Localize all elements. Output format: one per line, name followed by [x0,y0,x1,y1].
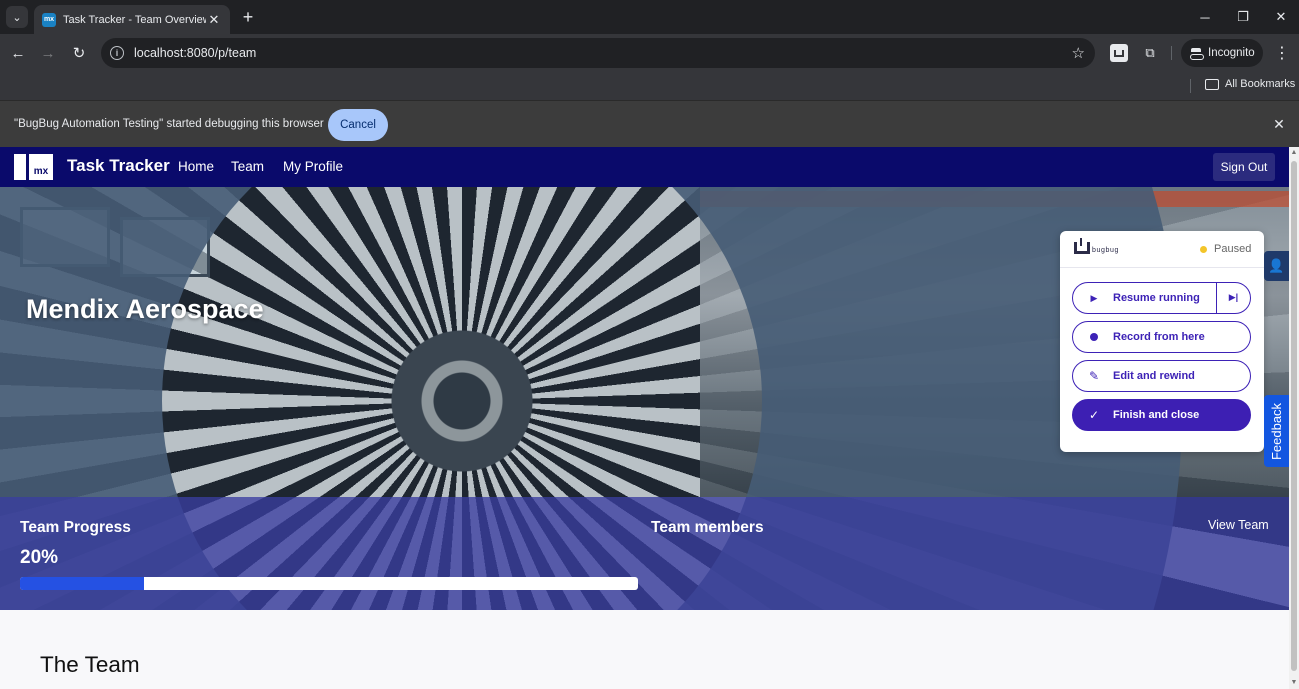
person-icon[interactable]: 👤 [1264,251,1289,281]
infobar-cancel-button[interactable]: Cancel [328,109,388,141]
menu-dots-icon[interactable]: ⋮ [1272,43,1292,63]
hero-title: Mendix Aerospace [26,294,264,324]
window-close-icon[interactable]: ✕ [1268,6,1294,28]
brand-name[interactable]: Task Tracker [67,156,170,176]
info-icon[interactable]: i [110,46,124,60]
play-icon: ▶ [1090,292,1098,303]
team-members-label: Team members [651,519,764,536]
feedback-label: Feedback [1269,402,1284,460]
scroll-up-icon[interactable]: ▲ [1290,149,1298,157]
edit-and-rewind-button[interactable]: ✎ Edit and rewind [1072,360,1251,392]
team-progress-label: Team Progress [20,519,131,536]
hero-background-beam [700,191,1289,207]
section-title: The Team [40,652,140,677]
tab-search-icon[interactable]: ⌄ [6,6,28,28]
scroll-down-icon[interactable]: ▼ [1290,679,1298,687]
resume-running-label: Resume running [1113,292,1200,304]
finish-and-close-button[interactable]: ✓ Finish and close [1072,399,1251,431]
toolbar-divider [1171,46,1172,60]
url-text[interactable]: localhost:8080/p/team [134,46,1072,60]
nav-link-home[interactable]: Home [178,159,214,174]
reload-icon[interactable]: ↻ [69,43,89,63]
finish-and-close-label: Finish and close [1113,409,1200,421]
plus-icon[interactable]: + [238,6,258,28]
incognito-label: Incognito [1208,47,1255,59]
team-progress-value: 20% [20,547,59,568]
resume-running-button[interactable]: ▶ Resume running ▶| [1072,281,1251,314]
bugbug-status: Paused [1200,243,1251,255]
skip-icon[interactable]: ▶| [1216,281,1250,314]
browser-tab[interactable]: mx Task Tracker - Team Overview ✕ [34,5,230,34]
incognito-icon [1190,48,1204,60]
check-icon: ✓ [1088,408,1100,422]
forward-icon[interactable]: → [38,43,58,63]
record-from-here-button[interactable]: Record from here [1072,321,1251,353]
restore-icon[interactable]: ❐ [1230,6,1256,28]
tab-favicon: mx [42,12,56,27]
puzzle-icon[interactable]: ⧉ [1141,44,1159,62]
star-icon[interactable]: ☆ [1072,44,1085,62]
edit-rewind-icon: ✎ [1088,369,1100,383]
bugbug-logo: bugbug [1074,238,1119,254]
bookmarks-divider [1190,79,1191,93]
team-progress-fill [20,577,144,590]
minimize-icon[interactable]: ─ [1192,6,1218,28]
record-from-here-label: Record from here [1113,331,1205,343]
sign-out-button[interactable]: Sign Out [1213,153,1275,181]
all-bookmarks-button[interactable]: All Bookmarks [1205,78,1295,90]
bugbug-logo-text: bugbug [1092,247,1119,254]
bugbug-status-label: Paused [1214,243,1252,255]
bugbug-extension-icon[interactable] [1110,44,1128,62]
infobar-message: "BugBug Automation Testing" started debu… [14,118,324,130]
bookmarks-bar: All Bookmarks [0,72,1299,100]
tab-bar: ⌄ mx Task Tracker - Team Overview ✕ + ─ … [0,0,1299,34]
feedback-tab[interactable]: Feedback [1264,395,1289,467]
bugbug-logo-icon [1074,238,1090,254]
folder-icon [1205,78,1219,90]
nav-link-my-profile[interactable]: My Profile [283,159,343,174]
browser-toolbar: ← → ↻ i localhost:8080/p/team ☆ ⧉ Incogn… [0,34,1299,72]
bugbug-header: bugbug Paused [1060,231,1264,268]
scrollbar-thumb[interactable] [1291,161,1297,671]
tab-title: Task Tracker - Team Overview [63,13,206,26]
debugging-infobar: "BugBug Automation Testing" started debu… [0,100,1299,147]
bugbug-panel: bugbug Paused ▶ Resume running ▶| Record… [1060,231,1264,452]
hero-background-window [20,207,110,267]
back-icon[interactable]: ← [8,43,28,63]
close-icon[interactable]: ✕ [206,12,222,28]
nav-link-team[interactable]: Team [231,159,264,174]
edit-and-rewind-label: Edit and rewind [1113,370,1195,382]
all-bookmarks-label: All Bookmarks [1225,78,1296,90]
app-navbar: mx Task Tracker Home Team My Profile Sig… [0,147,1289,187]
team-progress-bar [20,577,638,590]
status-dot-icon [1200,245,1207,253]
infobar-close-icon[interactable]: ✕ [1270,115,1288,133]
incognito-badge[interactable]: Incognito [1181,39,1263,67]
address-bar[interactable]: i localhost:8080/p/team ☆ [101,38,1095,68]
page-scrollbar[interactable]: ▲ ▼ [1289,147,1299,689]
record-icon [1087,333,1101,341]
logo-text: mx [29,154,53,180]
view-team-link[interactable]: View Team [1208,518,1269,532]
brand-logo[interactable]: mx [14,154,53,180]
team-progress-band: Team Progress 20% Team members View Team [0,497,1289,610]
